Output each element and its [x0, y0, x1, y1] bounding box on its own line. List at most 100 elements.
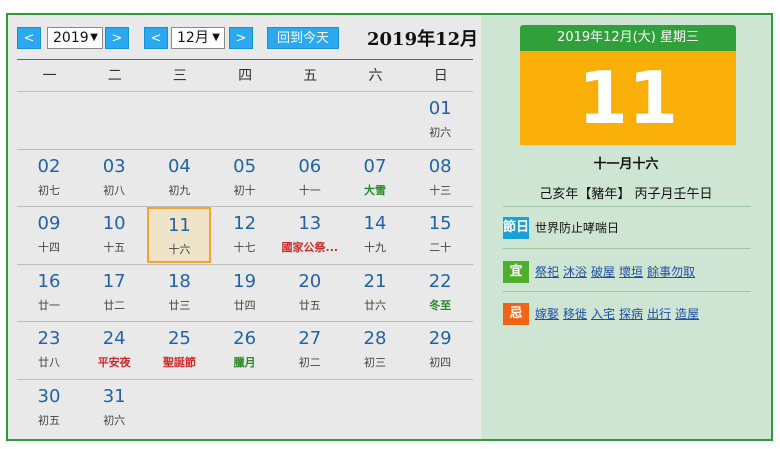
day-number: 02 — [37, 155, 61, 177]
day-number: 09 — [37, 213, 61, 234]
back-to-today-button[interactable]: 回到今天 — [267, 27, 339, 49]
day-cell[interactable]: 05 初十 — [213, 150, 277, 206]
day-cell[interactable]: 22 冬至 — [408, 265, 472, 321]
day-cell[interactable]: 06 十一 — [278, 150, 342, 206]
ji-list: 嫁娶 移徙 入宅 探病 出行 造屋 — [535, 303, 703, 325]
lunar-label: 初八 — [103, 183, 126, 197]
day-number: 29 — [428, 328, 452, 349]
day-cell[interactable]: 10 十五 — [82, 207, 146, 263]
day-number: 21 — [363, 270, 387, 292]
ganzhi-date: 己亥年【豬年】 丙子月壬午日 — [539, 187, 713, 202]
day-cell[interactable]: 08 十三 — [408, 150, 472, 206]
weekday-label: 一 — [42, 68, 57, 84]
day-cell[interactable]: 15 二十 — [408, 207, 472, 263]
day-cell[interactable]: 16 廿一 — [17, 265, 81, 321]
divider — [503, 248, 751, 249]
ji-link[interactable]: 出行 — [647, 307, 671, 321]
lunar-label: 二十 — [429, 241, 452, 254]
festival-tag: 節日 — [503, 217, 529, 239]
yi-link[interactable]: 破屋 — [591, 265, 615, 279]
yi-link[interactable]: 祭祀 — [535, 265, 559, 279]
day-cell[interactable]: 14 十九 — [343, 207, 407, 263]
day-cell[interactable]: 01 初六 — [408, 92, 472, 148]
lunar-label: 廿三 — [168, 298, 191, 312]
day-cell[interactable]: 26 臘月 — [213, 322, 277, 378]
lunar-label: 初六 — [103, 413, 126, 427]
yi-link[interactable]: 壞垣 — [619, 265, 643, 279]
day-cell[interactable]: 02 初七 — [17, 150, 81, 206]
lunar-label: 初十 — [233, 183, 256, 197]
day-cell[interactable]: 19 廿四 — [213, 265, 277, 321]
lunar-label: 初七 — [38, 183, 60, 197]
day-cell-today[interactable]: 11 十六 — [147, 207, 212, 263]
day-number: 24 — [102, 328, 126, 349]
yi-link[interactable]: 餘事勿取 — [647, 265, 695, 279]
lunar-label: 冬至 — [429, 298, 452, 312]
day-cell[interactable]: 03 初八 — [82, 150, 146, 206]
lunar-label: 初六 — [429, 126, 452, 139]
lunar-label: 十七 — [233, 241, 256, 254]
day-number: 03 — [102, 155, 126, 177]
day-number: 17 — [102, 270, 126, 292]
lunar-label: 十四 — [38, 241, 60, 254]
day-cell[interactable]: 24 平安夜 — [82, 322, 146, 378]
day-cell[interactable]: 29 初四 — [408, 322, 472, 378]
chevron-down-icon: ▼ — [90, 32, 98, 43]
day-cell[interactable]: 18 廿三 — [147, 265, 211, 321]
lunar-label: 初二 — [298, 356, 321, 369]
lunar-label: 十三 — [429, 183, 452, 197]
day-cell[interactable]: 17 廿二 — [82, 265, 146, 321]
divider — [503, 291, 751, 292]
ji-link[interactable]: 造屋 — [675, 307, 699, 321]
day-cell[interactable]: 04 初九 — [147, 150, 211, 206]
lunar-label: 臘月 — [233, 356, 256, 369]
year-value: 2019 — [53, 30, 89, 46]
current-month-title: 2019年12月 — [367, 29, 479, 50]
ji-link[interactable]: 入宅 — [591, 307, 615, 321]
lunar-label: 廿四 — [233, 298, 256, 312]
day-cell[interactable]: 07 大雪 — [343, 150, 407, 206]
day-number: 08 — [428, 155, 452, 177]
next-month-button[interactable]: > — [229, 27, 253, 49]
lunar-label: 廿一 — [38, 298, 60, 312]
ji-link[interactable]: 嫁娶 — [535, 307, 559, 321]
prev-year-button[interactable]: < — [17, 27, 41, 49]
day-detail-panel: 2019年12月(大) 星期三 11 十一月十六 己亥年【豬年】 丙子月壬午日 … — [481, 15, 771, 439]
day-cell[interactable]: 27 初二 — [278, 322, 342, 378]
day-cell[interactable]: 09 十四 — [17, 207, 81, 263]
day-cell[interactable]: 20 廿五 — [278, 265, 342, 321]
lunar-label: 十九 — [364, 241, 386, 254]
next-year-button[interactable]: > — [105, 27, 129, 49]
ji-link[interactable]: 移徙 — [563, 307, 587, 321]
day-number: 20 — [298, 270, 322, 292]
prev-month-button[interactable]: < — [144, 27, 168, 49]
day-number: 27 — [298, 328, 322, 349]
ji-tag: 忌 — [503, 303, 529, 325]
day-cell[interactable]: 12 十七 — [213, 207, 277, 263]
calendar-nav: < 2019 ▼ > < 12月 ▼ > 回到今天 2019年12月 — [17, 27, 479, 51]
lunar-label: 初四 — [429, 356, 452, 369]
day-number: 06 — [298, 155, 322, 177]
divider — [503, 206, 751, 207]
day-number: 28 — [363, 328, 387, 349]
ji-link[interactable]: 探病 — [619, 307, 643, 321]
day-cell[interactable]: 23 廿八 — [17, 322, 81, 378]
day-cell[interactable]: 21 廿六 — [343, 265, 407, 321]
day-number: 16 — [37, 270, 61, 292]
lunar-label: 十一 — [298, 183, 321, 197]
month-select[interactable]: 12月 ▼ — [171, 27, 225, 49]
lunar-label: 初五 — [38, 413, 60, 427]
day-cell[interactable]: 25 聖誕節 — [147, 322, 211, 378]
day-cell[interactable]: 31 初六 — [82, 380, 146, 436]
day-cell[interactable]: 28 初三 — [343, 322, 407, 378]
yi-link[interactable]: 沐浴 — [563, 265, 587, 279]
day-number: 14 — [363, 213, 387, 234]
weekday-label: 五 — [303, 68, 318, 84]
weekday-label: 三 — [172, 68, 187, 84]
day-cell[interactable]: 30 初五 — [17, 380, 81, 436]
day-number: 19 — [233, 270, 257, 292]
day-cell[interactable]: 13 國家公祭... — [278, 207, 342, 263]
year-select[interactable]: 2019 ▼ — [47, 27, 103, 49]
day-number: 25 — [167, 328, 191, 349]
lunar-label: 聖誕節 — [162, 356, 196, 369]
